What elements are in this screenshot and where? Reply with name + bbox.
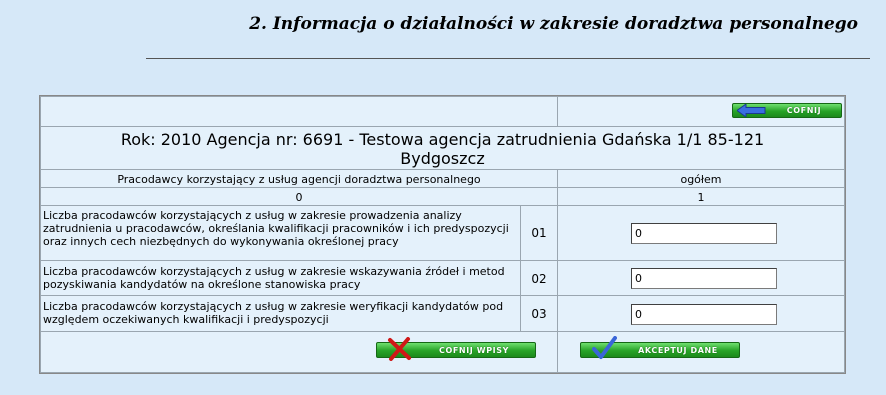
table-row-03-code: 03 [520, 295, 558, 332]
table-row-01-value-cell [557, 205, 845, 261]
column-index-right: 1 [557, 187, 845, 206]
back-button[interactable]: Cofnij [732, 103, 842, 118]
top-nav-cell: Cofnij [557, 96, 845, 127]
undo-entries-label: Cofnij wpisy [439, 345, 509, 355]
arrow-left-icon [737, 104, 766, 117]
action-cell-right: Akceptuj dane [557, 331, 845, 373]
agency-header-line1: Rok: 2010 Agencja nr: 6691 - Testowa age… [120, 130, 765, 149]
top-empty-cell [40, 96, 558, 127]
table-row-02-value-cell [557, 260, 845, 296]
form-table: Cofnij Rok: 2010 Agencja nr: 6691 - Test… [39, 95, 846, 374]
table-row-02-code: 02 [520, 260, 558, 296]
red-x-icon [388, 337, 411, 361]
column-header-left: Pracodawcy korzystający z usług agencji … [40, 169, 558, 188]
table-row-02-description: Liczba pracodawców korzystających z usłu… [40, 260, 521, 296]
accept-data-label: Akceptuj dane [638, 345, 718, 355]
agency-header-line2: Bydgoszcz [400, 149, 485, 168]
back-button-label: Cofnij [786, 106, 822, 115]
title-divider [146, 58, 870, 59]
accept-data-button[interactable]: Akceptuj dane [580, 336, 740, 359]
undo-entries-button[interactable]: Cofnij wpisy [376, 337, 536, 361]
table-row-01-description: Liczba pracodawców korzystających z usłu… [40, 205, 521, 261]
row-01-value-input[interactable] [631, 223, 777, 244]
table-row-03-value-cell [557, 295, 845, 332]
checkmark-icon [592, 336, 617, 359]
row-03-value-input[interactable] [631, 304, 777, 325]
table-row-01-code: 01 [520, 205, 558, 261]
row-02-value-input[interactable] [631, 268, 777, 289]
page-title: 2. Informacja o działalności w zakresie … [249, 14, 858, 34]
column-index-left: 0 [40, 187, 558, 206]
agency-header: Rok: 2010 Agencja nr: 6691 - Testowa age… [40, 126, 845, 170]
column-header-right: ogółem [557, 169, 845, 188]
action-cell-left: Cofnij wpisy [40, 331, 558, 373]
table-row-03-description: Liczba pracodawców korzystających z usłu… [40, 295, 521, 332]
